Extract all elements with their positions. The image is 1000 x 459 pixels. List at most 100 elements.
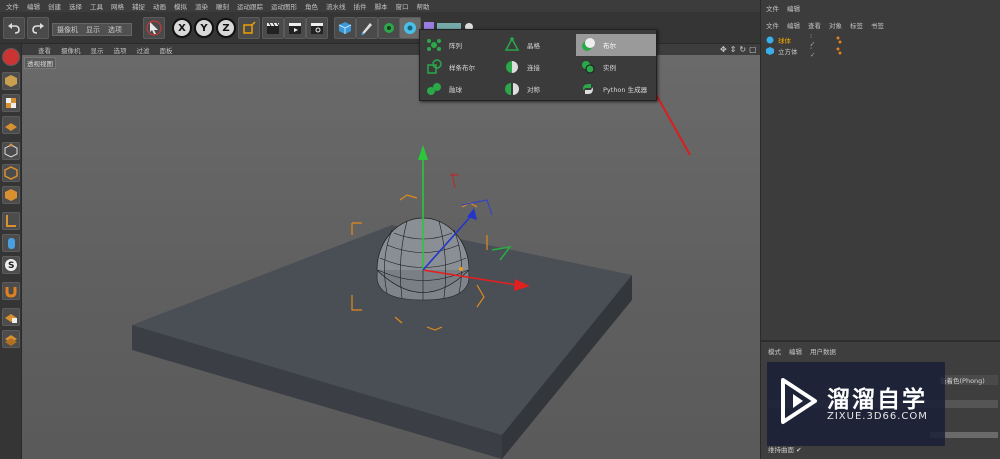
- menu-item-15[interactable]: 插件: [354, 1, 367, 11]
- dropdown-item-symmetry[interactable]: 对称: [500, 78, 576, 100]
- dropdown-item-metaball[interactable]: 融球: [422, 78, 498, 100]
- grid-snap-button[interactable]: [2, 330, 20, 348]
- magnet-button[interactable]: [2, 282, 20, 300]
- om-menu-item-edit[interactable]: 编辑: [787, 20, 800, 30]
- object-name-sphere: 球体: [778, 37, 791, 45]
- vp-menu-panel[interactable]: 面板: [160, 45, 173, 55]
- undo-button[interactable]: [3, 17, 25, 39]
- am-menu-mode[interactable]: 模式: [768, 346, 781, 356]
- rotate-view-icon[interactable]: ↻: [739, 45, 746, 54]
- menu-item-6[interactable]: 捕捉: [132, 1, 145, 11]
- menu-item-9[interactable]: 渲染: [195, 1, 208, 11]
- menu-item-17[interactable]: 窗口: [396, 1, 409, 11]
- dropdown-item-array[interactable]: 阵列: [422, 34, 498, 56]
- snap-button[interactable]: S: [2, 256, 20, 274]
- points-mode-button[interactable]: [2, 142, 20, 160]
- menu-item-4[interactable]: 工具: [90, 1, 103, 11]
- vp-menu-cameras[interactable]: 摄像机: [61, 45, 81, 55]
- select-tool-button[interactable]: [143, 17, 165, 39]
- perspective-viewport[interactable]: [22, 55, 760, 459]
- lock-grid-icon: [5, 314, 17, 323]
- vp-menu-display[interactable]: 显示: [91, 45, 104, 55]
- cube-primitive-button[interactable]: [334, 17, 356, 39]
- menu-item-0[interactable]: 文件: [6, 1, 19, 11]
- pen-icon: [361, 23, 372, 36]
- generators-button[interactable]: [399, 17, 421, 39]
- polygons-mode-button[interactable]: [2, 186, 20, 204]
- menu-item-10[interactable]: 雕刻: [216, 1, 229, 11]
- dropdown-item-spline-boolean[interactable]: 样条布尔: [422, 56, 498, 78]
- menu-item-12[interactable]: 运动图形: [271, 1, 297, 11]
- coordinate-system-button[interactable]: [238, 17, 260, 39]
- menu-item-11[interactable]: 运动跟踪: [237, 1, 263, 11]
- tweak-mode-button[interactable]: [2, 234, 20, 252]
- display-menu-item[interactable]: 显示: [86, 25, 100, 35]
- atom-icon: [503, 36, 521, 54]
- phong-tag-label[interactable]: 备着色(Phong): [938, 375, 998, 385]
- menu-item-18[interactable]: 帮助: [417, 1, 430, 11]
- camera-menu-item[interactable]: 摄像机: [57, 25, 78, 35]
- mouse-icon: [8, 238, 15, 249]
- axis-mode-button[interactable]: [2, 212, 20, 230]
- om-menu-item-bookmarks[interactable]: 书签: [871, 20, 884, 30]
- maximize-view-icon[interactable]: ▢: [749, 45, 757, 54]
- snap-s-icon: S: [5, 259, 17, 271]
- pen-tool-button[interactable]: [356, 17, 378, 39]
- om-menu-item-file[interactable]: 文件: [766, 20, 779, 30]
- om-menu-item-tags[interactable]: 标签: [850, 20, 863, 30]
- om-menu-item-view[interactable]: 查看: [808, 20, 821, 30]
- workplane-lock-button[interactable]: [2, 308, 20, 326]
- menu-item-5[interactable]: 网格: [111, 1, 124, 11]
- am-menu-userdata[interactable]: 用户数据: [810, 346, 836, 356]
- render-view-button[interactable]: [262, 17, 284, 39]
- grid-plane-icon: [5, 123, 17, 131]
- menu-item-3[interactable]: 选择: [69, 1, 82, 11]
- z-axis-lock-button[interactable]: Z: [216, 18, 236, 38]
- vp-menu-options[interactable]: 选项: [114, 45, 127, 55]
- camera-popup-menu: 摄像机 显示 选项: [52, 23, 132, 36]
- y-axis-lock-button[interactable]: Y: [194, 18, 214, 38]
- model-mode-button[interactable]: [2, 72, 20, 90]
- workplane-mode-button[interactable]: [2, 116, 20, 134]
- generators-dropdown: 阵列 晶格 布尔 样条布尔 连接 实例 融球 对称 Python 生成器: [419, 29, 657, 101]
- menu-item-16[interactable]: 脚本: [375, 1, 388, 11]
- dropdown-item-instance[interactable]: 实例: [576, 56, 656, 78]
- menu-item-1[interactable]: 编辑: [27, 1, 40, 11]
- cursor-icon: [146, 20, 162, 36]
- dropdown-item-connect[interactable]: 连接: [500, 56, 576, 78]
- zoom-view-icon[interactable]: ⇕: [730, 45, 737, 54]
- make-editable-button[interactable]: [2, 48, 20, 66]
- object-row-sphere[interactable]: 球体 ⁝ ✓: [766, 32, 842, 48]
- dropdown-item-boolean[interactable]: 布尔: [576, 34, 656, 56]
- vp-menu-view[interactable]: 查看: [38, 45, 51, 55]
- texture-mode-button[interactable]: [2, 94, 20, 112]
- green-gear-icon: [384, 23, 394, 33]
- svg-text:S: S: [8, 261, 14, 271]
- om-menu-edit[interactable]: 编辑: [787, 3, 800, 13]
- dropdown-item-atom[interactable]: 晶格: [500, 34, 576, 56]
- menu-item-8[interactable]: 模拟: [174, 1, 187, 11]
- render-settings-button[interactable]: [306, 17, 328, 39]
- menu-item-2[interactable]: 创建: [48, 1, 61, 11]
- subdivision-button[interactable]: [378, 17, 400, 39]
- viewport-label: 透视视图: [24, 57, 56, 69]
- object-row-cube[interactable]: 立方体 ⁝ ✓: [766, 43, 842, 59]
- menu-item-7[interactable]: 动画: [153, 1, 166, 11]
- options-menu-item[interactable]: 选项: [108, 25, 122, 35]
- am-menu-edit[interactable]: 编辑: [789, 346, 802, 356]
- render-picture-button[interactable]: [284, 17, 306, 39]
- menu-item-14[interactable]: 流水线: [326, 1, 346, 11]
- visibility-dots-icon[interactable]: ⁝ ✓: [810, 43, 815, 59]
- move-view-icon[interactable]: ✥: [720, 45, 727, 54]
- om-menu-item-object[interactable]: 对象: [829, 20, 842, 30]
- om-menu-file[interactable]: 文件: [766, 3, 779, 13]
- vp-menu-filter[interactable]: 过滤: [137, 45, 150, 55]
- edges-mode-button[interactable]: [2, 164, 20, 182]
- magnet-icon: [5, 287, 17, 298]
- redo-button[interactable]: [27, 17, 49, 39]
- dropdown-item-python-generator[interactable]: Python 生成器: [576, 78, 656, 100]
- x-axis-lock-button[interactable]: X: [172, 18, 192, 38]
- tag-dots-icon: [836, 47, 842, 55]
- viewport-nav-icons: ✥ ⇕ ↻ ▢: [720, 44, 760, 55]
- menu-item-13[interactable]: 角色: [305, 1, 318, 11]
